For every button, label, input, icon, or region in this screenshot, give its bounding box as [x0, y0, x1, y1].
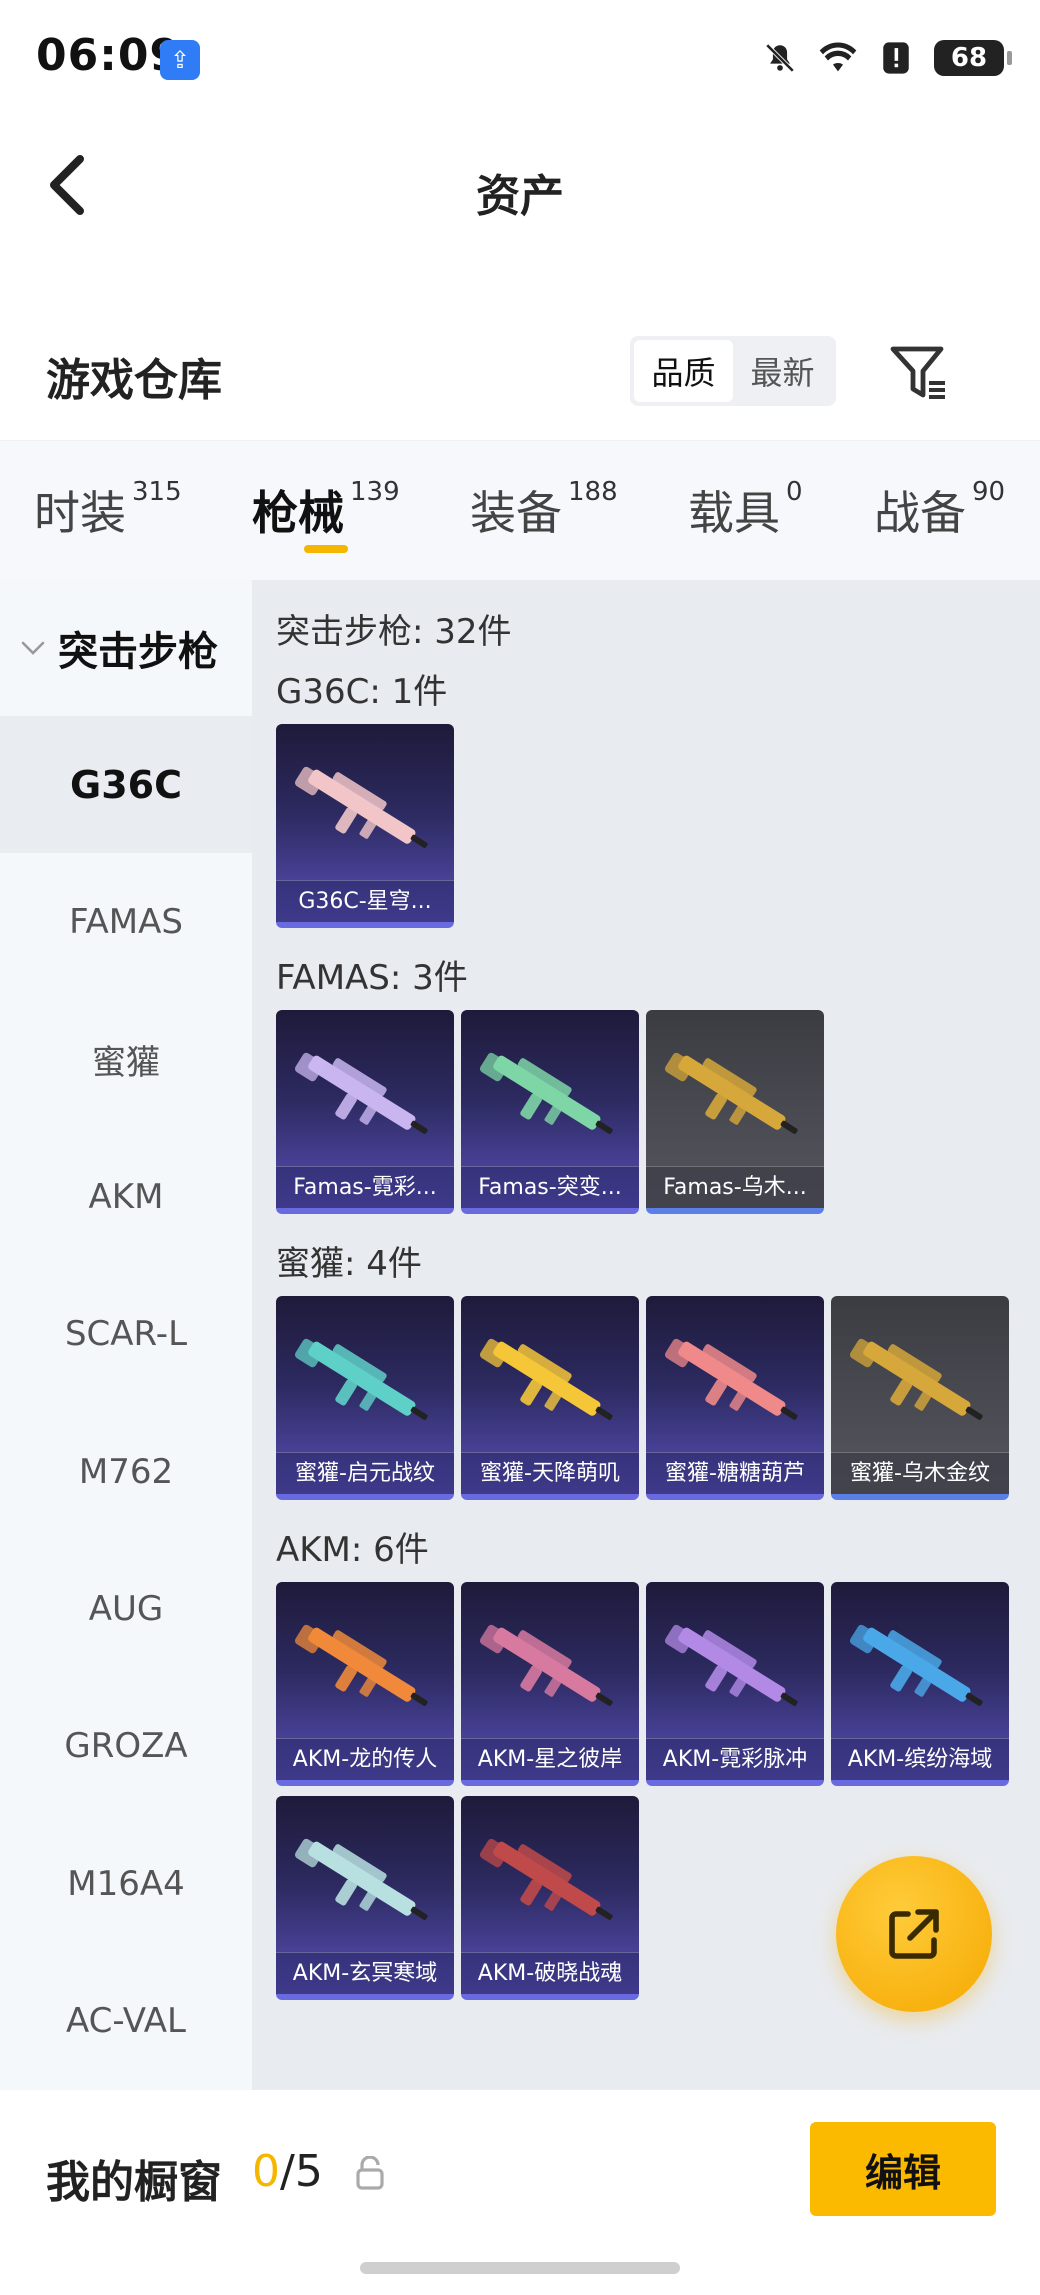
weapon-skin-card[interactable]: 蜜獾-天降萌叽: [461, 1296, 639, 1500]
section-title: G36C: 1件: [276, 672, 448, 712]
weapon-skin-name: G36C-星穹...: [276, 880, 454, 922]
weapon-skin-card[interactable]: AKM-星之彼岸: [461, 1582, 639, 1786]
rifle-icon: [664, 1338, 798, 1420]
section-title: FAMAS: 3件: [276, 958, 468, 998]
rifle-icon: [294, 1838, 428, 1920]
weapon-skin-name: AKM-玄冥寒域: [276, 1952, 454, 1994]
section-title: 蜜獾: 4件: [276, 1244, 422, 1284]
battery-indicator: 68: [934, 40, 1012, 76]
showcase-title: 我的橱窗: [46, 2157, 222, 2208]
tab-vehicles[interactable]: 载具 0: [688, 477, 803, 543]
weapon-skin-name: AKM-星之彼岸: [461, 1738, 639, 1780]
weapon-skin-name: 蜜獾-糖糖葫芦: [646, 1452, 824, 1494]
filter-button[interactable]: [886, 340, 952, 406]
mute-bell-icon: [760, 38, 800, 78]
weapon-skin-name: AKM-缤纷海域: [831, 1738, 1009, 1780]
sidebar-item[interactable]: M762: [0, 1403, 252, 1540]
chevron-down-icon: [21, 641, 45, 655]
sort-toggle: 品质 最新: [630, 336, 836, 406]
rifle-icon: [479, 1838, 613, 1920]
weapon-skin-name: AKM-霓彩脉冲: [646, 1738, 824, 1780]
status-bar: 06:09 ⇪ 68: [0, 0, 1040, 120]
weapon-skin-card[interactable]: Famas-乌木...: [646, 1010, 824, 1214]
sort-option-quality[interactable]: 品质: [634, 340, 733, 402]
rifle-icon: [664, 1624, 798, 1706]
weapon-skin-name: 蜜獾-天降萌叽: [461, 1452, 639, 1494]
rifle-icon: [479, 1338, 613, 1420]
weapon-skin-name: AKM-破晓战魂: [461, 1952, 639, 1994]
edit-button[interactable]: 编辑: [810, 2122, 996, 2216]
weapon-skin-card[interactable]: AKM-霓彩脉冲: [646, 1582, 824, 1786]
category-total: 突击步枪: 32件: [276, 612, 512, 652]
category-tabs: 时装 315 枪械 139 装备 188 载具 0 战备 90: [0, 440, 1040, 580]
weapon-skin-card[interactable]: AKM-破晓战魂: [461, 1796, 639, 2000]
weapon-skin-card[interactable]: AKM-玄冥寒域: [276, 1796, 454, 2000]
rifle-icon: [479, 1624, 613, 1706]
tab-guns[interactable]: 枪械 139: [252, 477, 400, 543]
rifle-icon: [294, 1052, 428, 1134]
weapon-skin-card[interactable]: Famas-突变...: [461, 1010, 639, 1214]
sidebar-item[interactable]: GROZA: [0, 1678, 252, 1815]
lock-icon: [356, 2156, 384, 2190]
warehouse-header: 游戏仓库 品质 最新: [0, 320, 1040, 440]
sidebar-item[interactable]: FAMAS: [0, 853, 252, 990]
rifle-icon: [294, 1624, 428, 1706]
weapon-skin-name: AKM-龙的传人: [276, 1738, 454, 1780]
warehouse-title: 游戏仓库: [46, 355, 222, 406]
weapon-skin-card[interactable]: AKM-龙的传人: [276, 1582, 454, 1786]
share-icon: [889, 1909, 939, 1959]
weapon-skin-card[interactable]: Famas-霓彩...: [276, 1010, 454, 1214]
page-title: 资产: [476, 171, 564, 222]
filter-icon: [890, 346, 945, 399]
rifle-icon: [294, 766, 428, 848]
sidebar-item[interactable]: AKM: [0, 1128, 252, 1265]
share-button[interactable]: [836, 1856, 992, 2012]
sidebar-item[interactable]: 蜜獾: [0, 991, 252, 1128]
weapon-skin-card[interactable]: 蜜獾-糖糖葫芦: [646, 1296, 824, 1500]
showcase-count: 0/5: [252, 2146, 323, 2197]
weapon-skin-name: Famas-突变...: [461, 1166, 639, 1208]
sidebar-item[interactable]: AUG: [0, 1540, 252, 1677]
weapon-skin-card[interactable]: 蜜獾-乌木金纹: [831, 1296, 1009, 1500]
weapon-skin-name: 蜜獾-启元战纹: [276, 1452, 454, 1494]
rifle-icon: [849, 1338, 983, 1420]
showcase-bar: 我的橱窗 0/5 编辑: [0, 2090, 1040, 2295]
section-title: AKM: 6件: [276, 1530, 429, 1570]
tab-underline: [304, 545, 348, 553]
tab-fashion[interactable]: 时装 315: [34, 477, 182, 543]
wifi-icon: [818, 38, 858, 78]
sidebar-group-assault-rifle[interactable]: 突击步枪: [0, 580, 252, 716]
weapon-skin-card[interactable]: 蜜獾-启元战纹: [276, 1296, 454, 1500]
weapon-skin-name: 蜜獾-乌木金纹: [831, 1452, 1009, 1494]
alert-icon: [876, 38, 916, 78]
sidebar-item[interactable]: AC-VAL: [0, 1953, 252, 2090]
rifle-icon: [849, 1624, 983, 1706]
weapon-sidebar: 突击步枪 G36C FAMAS 蜜獾 AKM SCAR-L M762 AUG GROZA M16…: [0, 580, 252, 2090]
sidebar-item[interactable]: G36C: [0, 716, 252, 853]
rifle-icon: [294, 1338, 428, 1420]
tab-equipment[interactable]: 装备 188: [470, 477, 618, 543]
rifle-icon: [479, 1052, 613, 1134]
upload-app-icon: ⇪: [160, 40, 200, 80]
weapon-skin-name: Famas-乌木...: [646, 1166, 824, 1208]
tab-supplies[interactable]: 战备 90: [874, 477, 1005, 543]
sidebar-item[interactable]: SCAR-L: [0, 1266, 252, 1403]
rifle-icon: [664, 1052, 798, 1134]
weapon-skin-card[interactable]: G36C-星穹...: [276, 724, 454, 928]
home-indicator: [360, 2262, 680, 2274]
nav-header: 资产: [0, 120, 1040, 250]
status-icons: 68: [760, 38, 1012, 78]
weapon-skin-name: Famas-霓彩...: [276, 1166, 454, 1208]
weapon-skin-card[interactable]: AKM-缤纷海域: [831, 1582, 1009, 1786]
sidebar-item[interactable]: M16A4: [0, 1815, 252, 1952]
sort-option-latest[interactable]: 最新: [733, 340, 832, 402]
sidebar-group-label: 突击步枪: [58, 629, 218, 675]
